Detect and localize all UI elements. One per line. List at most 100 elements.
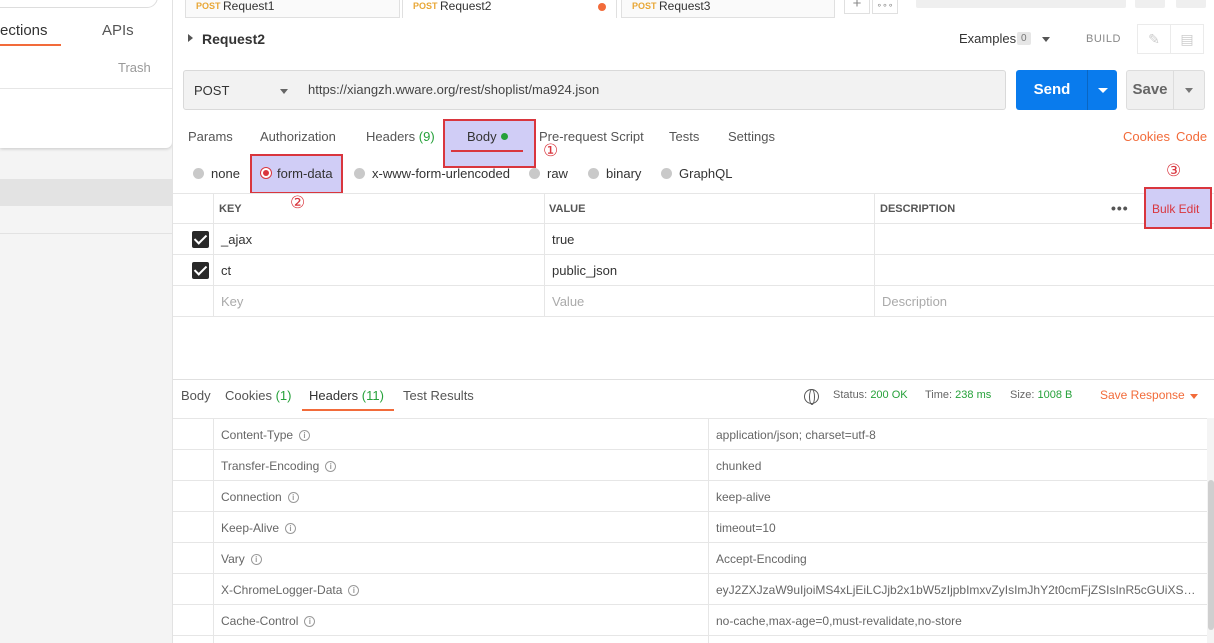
info-icon[interactable]: i [348, 585, 360, 596]
header-value: eyJ2ZXJzaW9uIjoiMS4xLjEiLCJjb2x1bW5zIjpb… [716, 583, 1200, 597]
radio-form-data-label[interactable]: form-data [277, 166, 333, 181]
table-row[interactable]: _ajax true [173, 224, 1214, 255]
column-divider [874, 193, 875, 317]
sidebar-search-input[interactable] [0, 0, 158, 8]
radio-label: raw [547, 166, 568, 181]
sidebar-divider [0, 88, 172, 89]
sidebar-trash-link[interactable]: Trash [118, 60, 151, 75]
info-icon[interactable]: i [325, 461, 337, 472]
save-options-button[interactable] [1173, 70, 1205, 110]
tab-tests[interactable]: Tests [669, 129, 699, 144]
info-icon[interactable]: i [304, 616, 316, 627]
table-row-new[interactable]: Key Value Description [173, 286, 1214, 317]
send-options-button[interactable] [1087, 70, 1117, 110]
cookies-link[interactable]: Cookies [1123, 129, 1170, 144]
tab-params[interactable]: Params [188, 129, 233, 144]
tab-name: Request2 [440, 0, 492, 13]
new-key-input[interactable]: Key [221, 294, 243, 309]
radio-circle [588, 168, 599, 179]
response-scrollbar-thumb[interactable] [1208, 480, 1214, 630]
chevron-down-icon [280, 89, 288, 94]
chevron-down-icon[interactable] [1190, 394, 1198, 399]
tab-method: POST [413, 1, 438, 11]
response-tab-test-results[interactable]: Test Results [403, 388, 474, 403]
table-row: Connection i keep-alive [173, 481, 1207, 512]
radio-label: x-www-form-urlencoded [372, 166, 510, 181]
info-icon[interactable]: i [250, 554, 262, 565]
send-button[interactable]: Send [1016, 70, 1088, 110]
row-enabled-checkbox[interactable] [192, 231, 209, 248]
sidebar-item-divider [0, 233, 172, 234]
tab-headers-count: (9) [418, 129, 435, 144]
params-table: KEY VALUE DESCRIPTION ••• _ajax true ct … [173, 193, 1214, 317]
row-key[interactable]: _ajax [221, 232, 252, 247]
radio-circle [354, 168, 365, 179]
radio-label: none [211, 166, 240, 181]
new-description-input[interactable]: Description [882, 294, 947, 309]
new-value-input[interactable]: Value [552, 294, 584, 309]
row-enabled-checkbox[interactable] [192, 262, 209, 279]
examples-dropdown[interactable]: Examples [959, 31, 1016, 46]
sidebar-item-selected[interactable] [0, 179, 172, 206]
response-tab-body[interactable]: Body [181, 388, 211, 403]
tab-request2[interactable]: POST Request2 [402, 0, 617, 18]
tab-request1[interactable]: POST Request1 [185, 0, 400, 18]
comments-icon[interactable]: ▤ [1170, 24, 1204, 54]
radio-circle [661, 168, 672, 179]
header-value: Accept-Encoding [716, 552, 807, 566]
manage-environments-button[interactable] [1176, 0, 1206, 8]
method-select[interactable]: POST [183, 70, 299, 110]
tab-headers[interactable]: Headers (9) [366, 129, 435, 144]
header-value: no-cache,max-age=0,must-revalidate,no-st… [716, 614, 962, 628]
chevron-down-icon[interactable] [1042, 37, 1050, 42]
time-value: 238 ms [955, 389, 992, 401]
more-options-icon[interactable]: ••• [1111, 200, 1129, 216]
request-title[interactable]: Request2 [202, 31, 265, 47]
edit-pencil-icon[interactable]: ✎ [1137, 24, 1171, 54]
response-tab-cookies[interactable]: Cookies (1) [225, 388, 291, 403]
info-icon[interactable]: i [299, 430, 311, 441]
header-key: X-ChromeLogger-Data i [221, 583, 360, 597]
sidebar-tab-apis[interactable]: APIs [102, 22, 134, 39]
response-tab-headers-count: (11) [361, 388, 384, 403]
row-value[interactable]: true [552, 232, 574, 247]
caret-right-icon[interactable] [188, 34, 193, 42]
request-title-row: Request2 Examples 0 BUILD ✎ ▤ [173, 24, 1214, 56]
radio-form-data[interactable] [260, 167, 272, 179]
size-label: Size: [1010, 389, 1035, 401]
code-link[interactable]: Code [1176, 129, 1207, 144]
response-divider[interactable] [173, 379, 1214, 380]
header-key: Cache-Control i [221, 614, 316, 628]
environment-select[interactable] [916, 0, 1126, 8]
header-key: Transfer-Encoding i [221, 459, 337, 473]
header-key: Content-Type i [221, 428, 311, 442]
column-header-value: VALUE [549, 203, 586, 215]
info-icon[interactable]: i [285, 523, 297, 534]
network-globe-icon[interactable] [804, 389, 819, 405]
save-button[interactable]: Save [1126, 70, 1174, 110]
table-row[interactable]: ct public_json [173, 255, 1214, 286]
tab-options-button[interactable]: ∘∘∘ [872, 0, 898, 14]
row-value[interactable]: public_json [552, 263, 617, 278]
tab-body[interactable]: Body [467, 129, 497, 144]
info-icon[interactable]: i [287, 492, 299, 503]
response-tab-headers[interactable]: Headers (11) [309, 388, 384, 403]
response-time: Time: 238 ms [925, 389, 991, 401]
add-tab-button[interactable]: + [844, 0, 870, 14]
main-panel: POST Request1 POST Request2 POST Request… [172, 0, 1214, 643]
tab-headers-label: Headers [366, 129, 416, 144]
tab-settings[interactable]: Settings [728, 129, 775, 144]
save-response-button[interactable]: Save Response [1100, 388, 1185, 402]
sidebar-tab-collections[interactable]: ections [0, 22, 48, 39]
radio-circle [193, 168, 204, 179]
header-value: timeout=10 [716, 521, 776, 535]
annotation-1: ① [543, 141, 559, 160]
environment-quick-look-button[interactable] [1135, 0, 1165, 8]
bulk-edit-button[interactable]: Bulk Edit [1152, 202, 1199, 216]
table-row: X-ChromeLogger-Data i eyJ2ZXJzaW9uIjoiMS4… [173, 574, 1207, 605]
url-input[interactable]: https://xiangzh.wware.org/rest/shoplist/… [298, 70, 1006, 110]
row-key[interactable]: ct [221, 263, 231, 278]
status-label: Status: [833, 389, 868, 401]
tab-authorization[interactable]: Authorization [260, 129, 336, 144]
tab-request3[interactable]: POST Request3 [621, 0, 835, 18]
